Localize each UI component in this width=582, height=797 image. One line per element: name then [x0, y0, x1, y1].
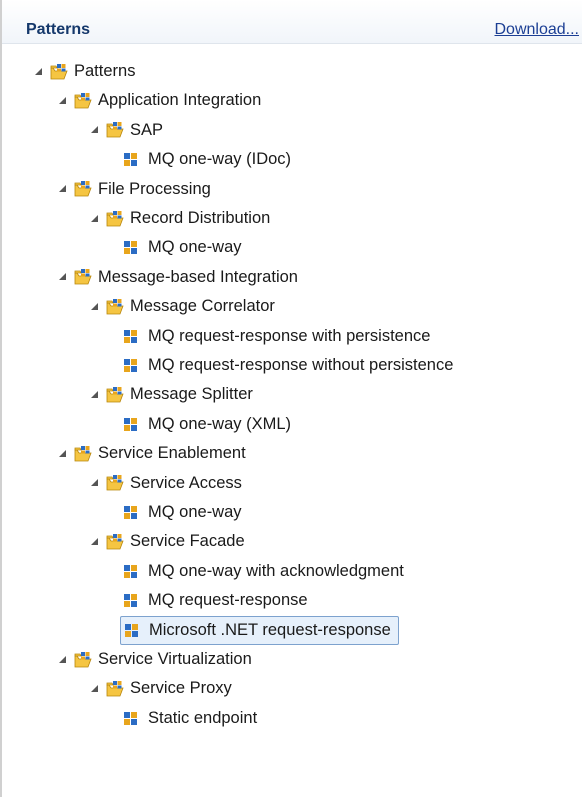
folder-pattern-icon: [74, 651, 92, 667]
tree-node-label: MQ request-response with persistence: [148, 326, 431, 345]
tree-folder-node[interactable]: SAP: [88, 116, 166, 145]
tree-pattern-node[interactable]: Static endpoint: [124, 704, 260, 733]
patterns-view-header: Patterns Download...: [2, 0, 582, 44]
pattern-icon: [124, 359, 137, 372]
expand-collapse-toggle-icon[interactable]: [88, 300, 102, 314]
tree-node-label: Message-based Integration: [98, 267, 298, 286]
expand-collapse-toggle-icon[interactable]: [32, 65, 46, 79]
tree-node-label: MQ one-way: [148, 238, 242, 257]
pattern-icon: [124, 417, 137, 431]
expand-collapse-toggle-icon[interactable]: [88, 123, 102, 137]
tree-node-label: Service Facade: [130, 532, 245, 551]
folder-pattern-icon: [74, 181, 92, 197]
pattern-icon: [124, 594, 137, 608]
tree-pattern-node[interactable]: MQ one-way (XML): [124, 410, 294, 439]
tree-pattern-node[interactable]: Microsoft .NET request-response: [120, 615, 399, 645]
tree-folder-node[interactable]: Service Enablement: [56, 439, 249, 468]
tree-pattern-node[interactable]: MQ one-way: [124, 498, 245, 527]
tree-node-label: MQ one-way (IDoc): [148, 150, 292, 169]
expand-collapse-toggle-icon[interactable]: [56, 447, 70, 461]
tree-folder-node[interactable]: File Processing: [56, 175, 214, 204]
folder-pattern-icon: [106, 475, 124, 491]
tree-pattern-node[interactable]: MQ request-response without persistence: [124, 351, 456, 380]
expand-collapse-toggle-icon[interactable]: [56, 653, 70, 667]
expand-collapse-toggle-icon[interactable]: [88, 535, 102, 549]
pattern-icon: [124, 153, 137, 167]
folder-pattern-icon: [106, 122, 124, 138]
pattern-icon: [124, 506, 137, 519]
tree-node-label: MQ one-way with acknowledgment: [148, 561, 404, 580]
pattern-icon: [125, 623, 138, 637]
expand-collapse-toggle-icon[interactable]: [88, 388, 102, 402]
tree-node-label: Service Virtualization: [98, 650, 252, 668]
pattern-icon: [124, 711, 137, 725]
tree-pattern-node[interactable]: MQ request-response with persistence: [124, 322, 433, 351]
tree-folder-node[interactable]: Message-based Integration: [56, 263, 301, 292]
expand-collapse-toggle-icon[interactable]: [56, 182, 70, 196]
download-link[interactable]: Download...: [495, 21, 580, 39]
tree-pattern-node[interactable]: MQ one-way with acknowledgment: [124, 557, 407, 586]
tree-node-label: File Processing: [98, 179, 211, 198]
pattern-icon: [124, 241, 137, 255]
folder-pattern-icon: [74, 92, 92, 109]
tree-folder-node[interactable]: Service Virtualization: [56, 645, 255, 674]
expand-collapse-toggle-icon[interactable]: [88, 476, 102, 490]
tree-node-label: MQ request-response: [148, 591, 308, 610]
tree-node-label: Record Distribution: [130, 209, 271, 227]
tree-node-label: Application Integration: [98, 91, 262, 110]
tree-folder-node[interactable]: Message Correlator: [88, 292, 278, 321]
tree-folder-node[interactable]: Record Distribution: [88, 204, 273, 233]
tree-node-label: Microsoft .NET request-response: [149, 620, 391, 639]
tree-folder-node[interactable]: Patterns: [32, 57, 138, 86]
tree-node-label: Message Correlator: [130, 297, 275, 316]
expand-collapse-toggle-icon[interactable]: [88, 212, 102, 226]
view-title: Patterns: [26, 21, 91, 38]
tree-pattern-node[interactable]: MQ one-way (IDoc): [124, 145, 294, 174]
view-left-border: [0, 0, 2, 797]
tree-node-label: Patterns: [74, 62, 136, 80]
pattern-icon: [124, 564, 137, 578]
tree-node-label: Service Enablement: [98, 444, 246, 463]
folder-pattern-icon: [74, 445, 92, 462]
folder-pattern-icon: [106, 210, 124, 226]
tree-node-label: Message Splitter: [130, 385, 253, 404]
tree-folder-node[interactable]: Service Proxy: [88, 674, 235, 703]
folder-pattern-icon: [106, 533, 124, 550]
pattern-icon: [124, 329, 137, 343]
tree-node-label: Static endpoint: [148, 708, 258, 727]
folder-pattern-icon: [74, 269, 92, 285]
tree-node-label: Service Proxy: [130, 679, 232, 698]
tree-folder-node[interactable]: Application Integration: [56, 86, 264, 115]
folder-pattern-icon: [106, 298, 124, 315]
tree-node-label: MQ one-way: [148, 503, 242, 521]
tree-node-label: MQ one-way (XML): [148, 414, 292, 433]
folder-pattern-icon: [106, 386, 124, 403]
tree-pattern-node[interactable]: MQ request-response: [124, 586, 311, 615]
expand-collapse-toggle-icon[interactable]: [56, 94, 70, 108]
folder-pattern-icon: [106, 680, 124, 697]
tree-node-label: Service Access: [130, 473, 242, 492]
tree-node-label: MQ request-response without persistence: [148, 356, 454, 374]
tree-folder-node[interactable]: Service Access: [88, 469, 245, 498]
expand-collapse-toggle-icon[interactable]: [56, 270, 70, 284]
tree-node-label: SAP: [130, 120, 164, 139]
tree-pattern-node[interactable]: MQ one-way: [124, 233, 245, 262]
tree-folder-node[interactable]: Message Splitter: [88, 380, 256, 409]
folder-pattern-icon: [50, 63, 68, 79]
tree-folder-node[interactable]: Service Facade: [88, 527, 248, 556]
expand-collapse-toggle-icon[interactable]: [88, 682, 102, 696]
